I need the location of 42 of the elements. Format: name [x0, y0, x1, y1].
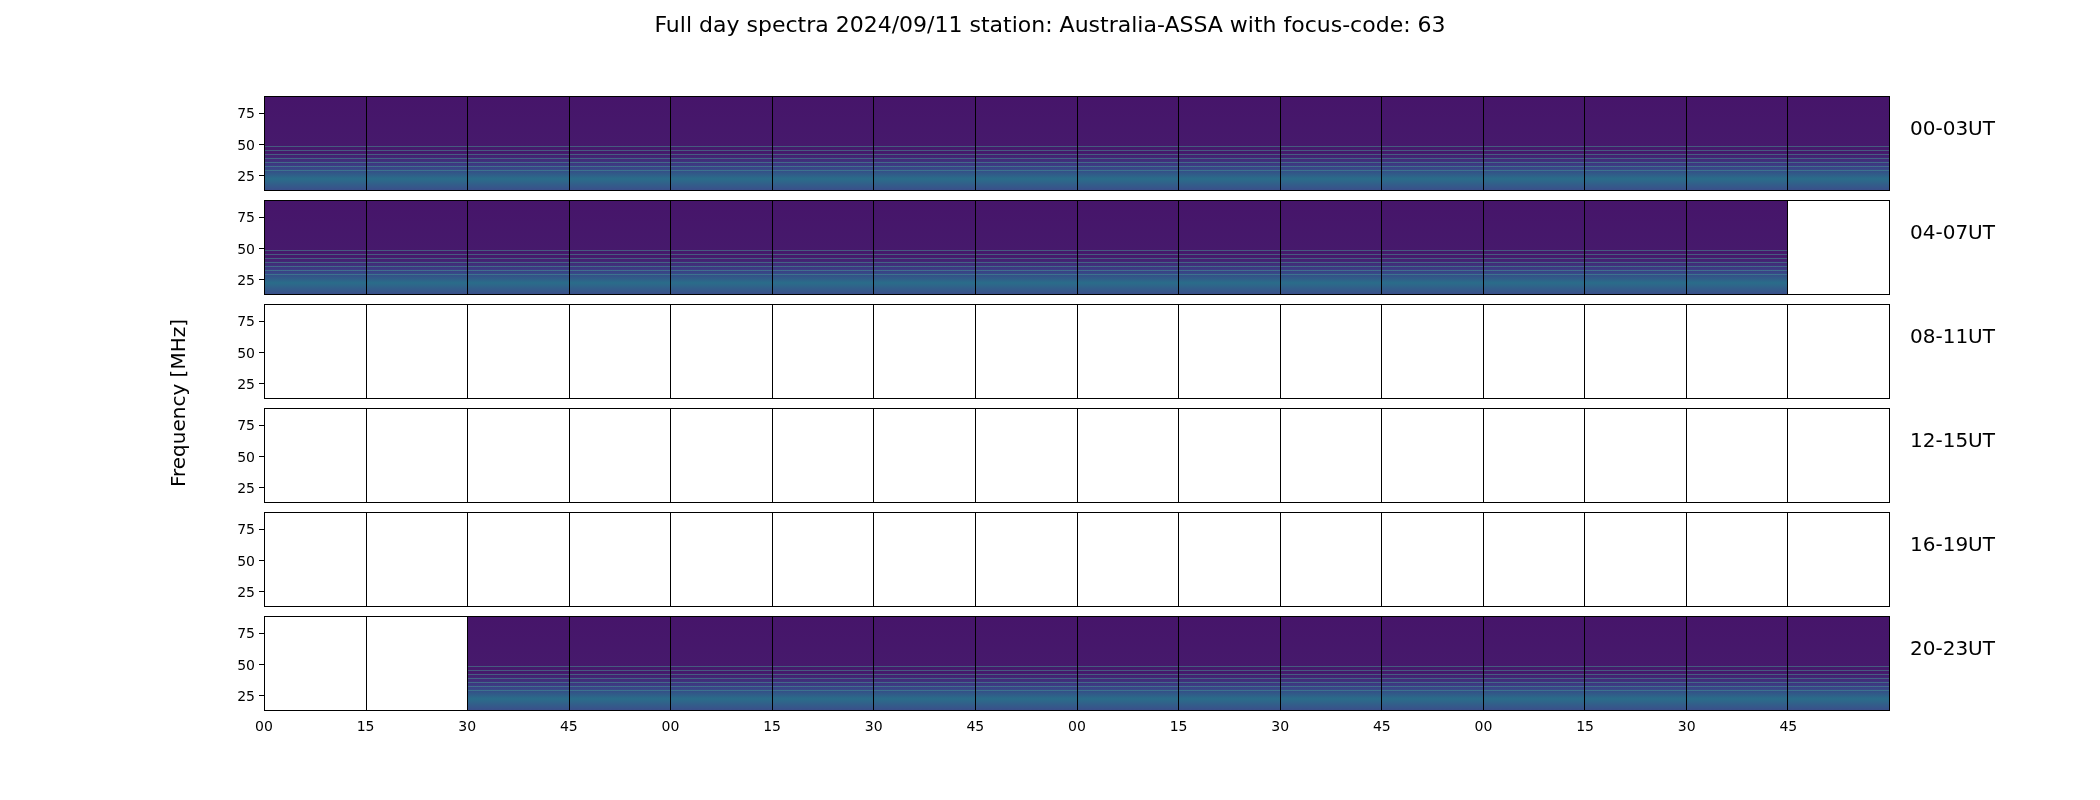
- x-tick-label: 45: [1779, 718, 1798, 734]
- y-tick-label: 25: [237, 480, 255, 496]
- y-tick-label: 50: [237, 240, 255, 257]
- y-tick-label: 25: [237, 376, 255, 392]
- row-time-label: 00-03UT: [1910, 116, 1995, 140]
- y-tick-label: 75: [237, 209, 255, 226]
- y-tick-label: 75: [237, 105, 255, 122]
- x-tick-label: 15: [1169, 718, 1188, 734]
- x-tick-label: 00: [1068, 718, 1086, 734]
- y-tick-label: 25: [237, 272, 255, 288]
- x-tick-label: 15: [356, 718, 375, 734]
- x-tick-label: 15: [763, 718, 782, 734]
- y-tick-label: 75: [237, 313, 255, 330]
- row-time-label: 20-23UT: [1910, 636, 1995, 660]
- y-tick-label: 75: [237, 417, 255, 434]
- x-tick-label: 00: [1474, 718, 1493, 734]
- x-tick-label: 45: [559, 718, 578, 734]
- y-tick-label: 50: [237, 344, 255, 361]
- x-tick-label: 45: [1372, 718, 1391, 734]
- y-tick-label: 50: [237, 552, 255, 569]
- y-tick-label: 25: [237, 584, 255, 600]
- x-tick-label: 45: [966, 718, 985, 734]
- x-tick-label: 00: [661, 718, 680, 734]
- y-tick-label: 75: [237, 521, 255, 538]
- y-tick-label: 50: [237, 448, 255, 465]
- y-tick-label: 50: [237, 656, 255, 673]
- row-time-label: 04-07UT: [1910, 220, 1995, 244]
- x-tick-label: 30: [1677, 718, 1696, 734]
- x-tick-label: 00: [255, 718, 273, 734]
- y-tick-label: 75: [237, 625, 255, 642]
- row-time-label: 16-19UT: [1910, 532, 1995, 556]
- row-time-label: 12-15UT: [1910, 428, 1995, 452]
- y-axis-label: Frequency [MHz]: [166, 319, 190, 488]
- row-time-label: 08-11UT: [1910, 324, 1995, 348]
- x-tick-label: 30: [458, 718, 477, 734]
- y-tick-label: 25: [237, 168, 255, 184]
- x-tick-label: 30: [1271, 718, 1290, 734]
- figure-title: Full day spectra 2024/09/11 station: Australia-ASSA with focus-code: 63: [653, 11, 1447, 39]
- x-tick-label: 15: [1576, 718, 1595, 734]
- x-tick-label: 30: [864, 718, 883, 734]
- y-tick-label: 25: [237, 688, 255, 704]
- y-tick-label: 50: [237, 136, 255, 153]
